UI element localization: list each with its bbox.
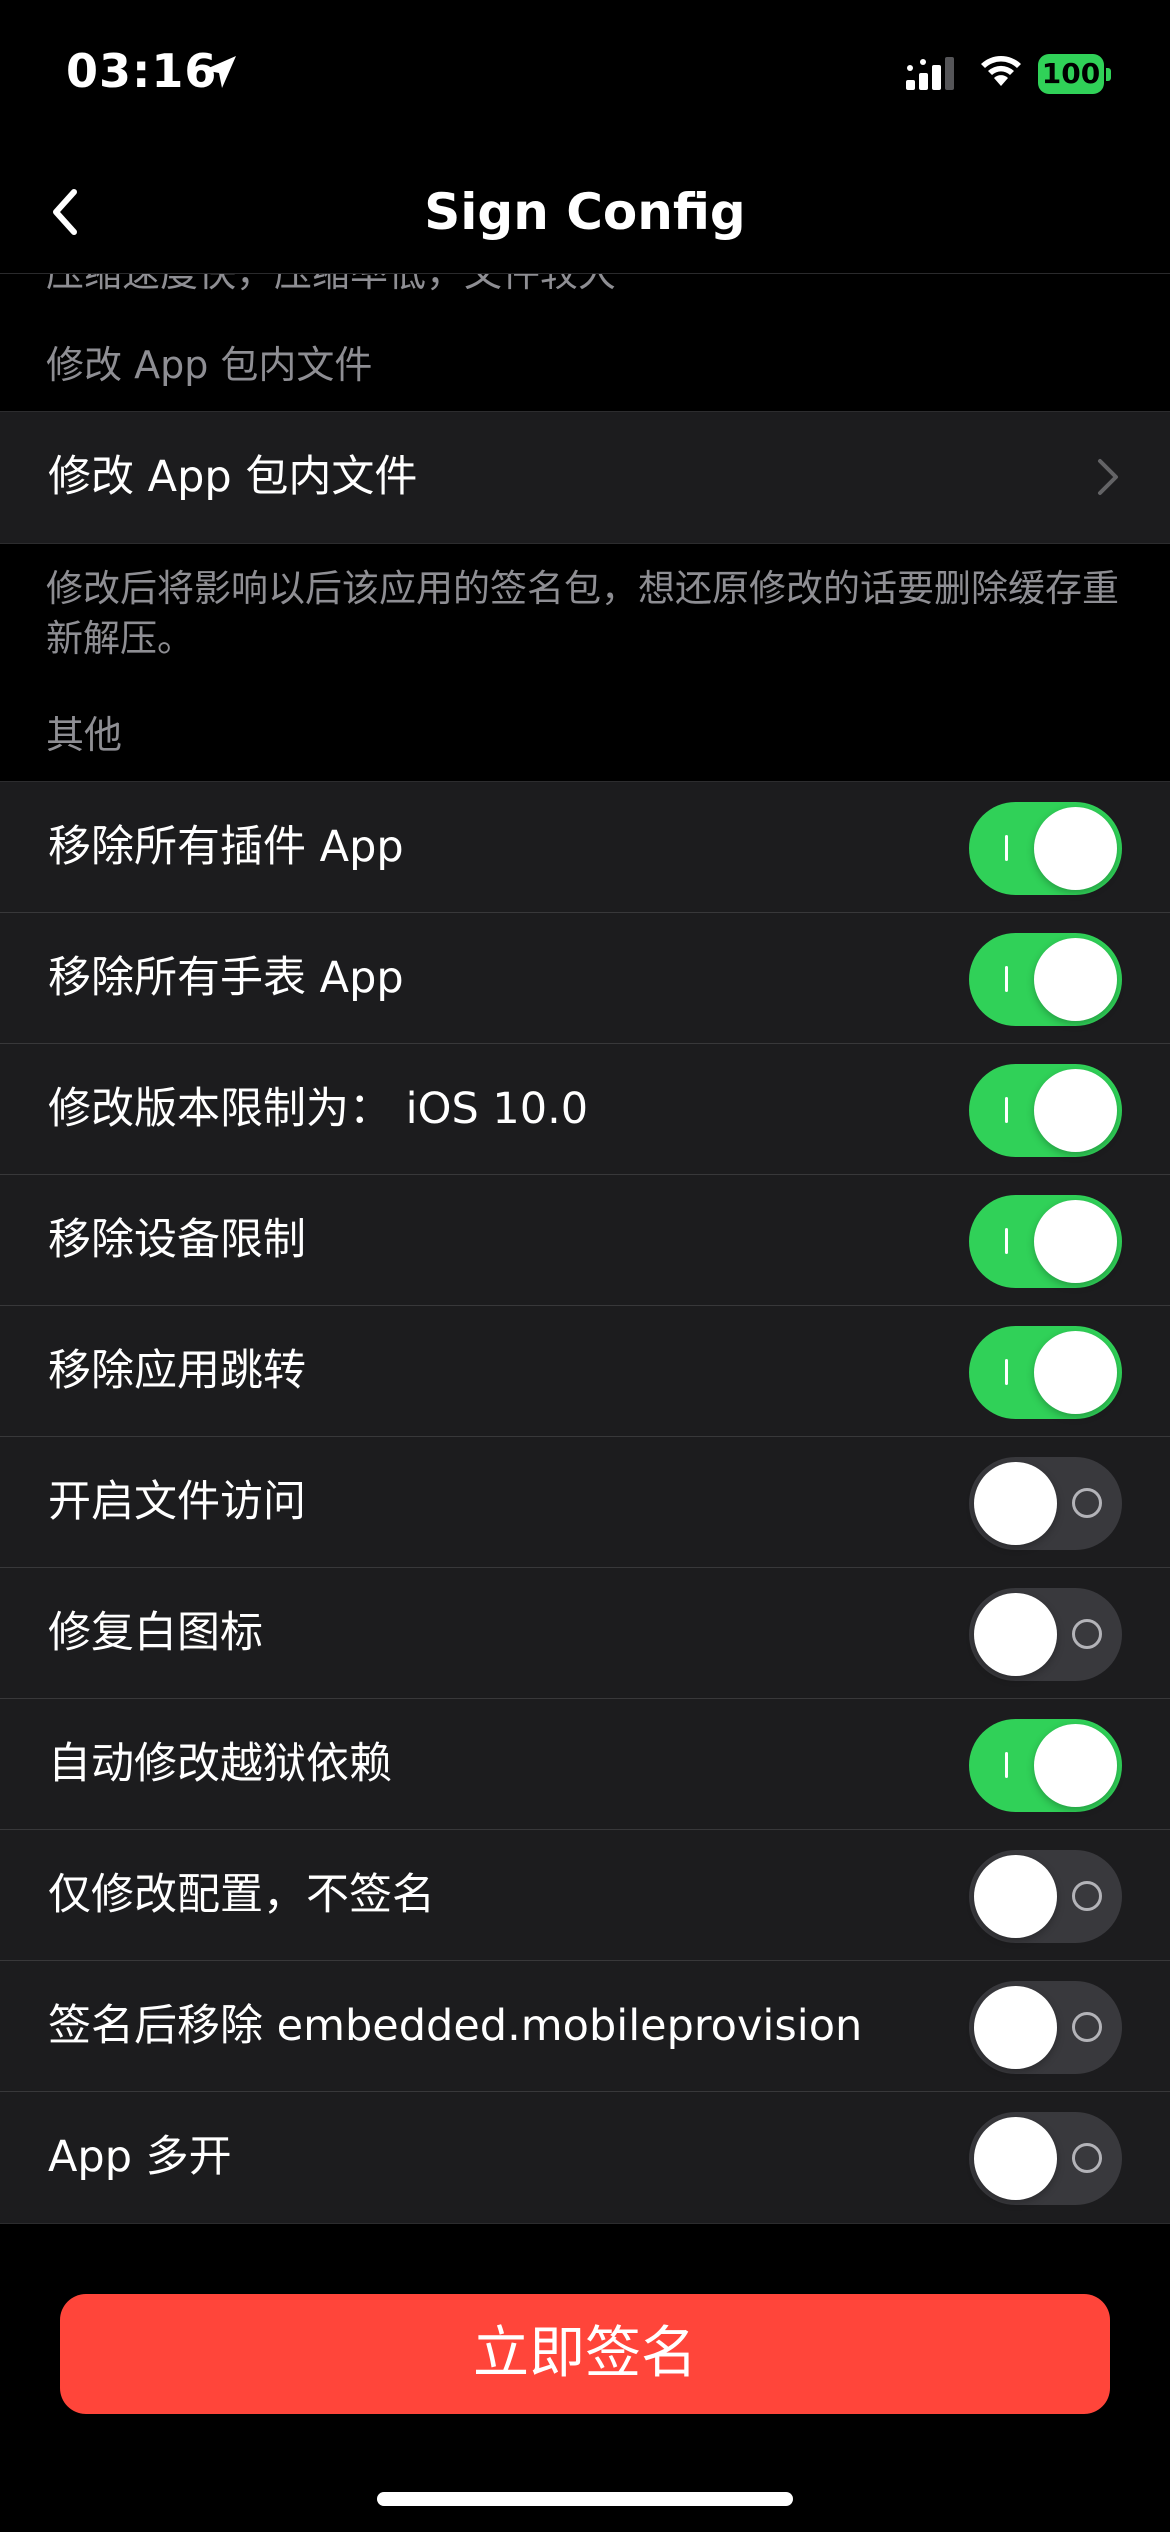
toggle-knob [1034, 807, 1117, 890]
compression-footer-text: 压缩速度快，压缩率低，文件较大 [46, 274, 616, 297]
other-group: 移除所有插件 App 移除所有手表 App 修改版本限制为： iOS 10.0 移除设… [0, 781, 1170, 2224]
row-label: 修改版本限制为： iOS 10.0 [48, 1084, 589, 1134]
toggle-knob [974, 1593, 1057, 1676]
toggle-switch[interactable] [969, 1850, 1122, 1943]
cellular-signal-icon [906, 57, 954, 90]
toggle-switch[interactable] [969, 1588, 1122, 1681]
row-label: 自动修改越狱依赖 [48, 1739, 392, 1789]
toggle-switch[interactable] [969, 802, 1122, 895]
row-label: 开启文件访问 [48, 1477, 306, 1527]
toggle-on-mark-icon [1005, 1752, 1008, 1778]
chevron-right-icon [1098, 459, 1118, 495]
toggle-knob [1034, 1724, 1117, 1807]
toggle-switch[interactable] [969, 1981, 1122, 2074]
toggle-knob [1034, 1069, 1117, 1152]
toggle-off-mark-icon [1072, 1488, 1102, 1518]
modify-app-files-row[interactable]: 修改 App 包内文件 [0, 412, 1170, 543]
toggle-switch[interactable] [969, 1064, 1122, 1157]
row-label: 仅修改配置，不签名 [48, 1870, 435, 1920]
row-label: 移除设备限制 [48, 1215, 306, 1265]
toggle-on-mark-icon [1005, 835, 1008, 861]
settings-row: 移除设备限制 [0, 1175, 1170, 1306]
row-label: 移除应用跳转 [48, 1346, 306, 1396]
page-title: Sign Config [424, 183, 746, 241]
toggle-switch[interactable] [969, 2112, 1122, 2205]
row-label: 修复白图标 [48, 1608, 263, 1658]
toggle-knob [974, 1986, 1057, 2069]
toggle-switch[interactable] [969, 1719, 1122, 1812]
row-label: 移除所有插件 App [48, 822, 404, 872]
toggle-knob [974, 1462, 1057, 1545]
status-bar: 03:16 100 [0, 0, 1170, 150]
battery-level: 100 [1038, 54, 1104, 94]
toggle-off-mark-icon [1072, 2143, 1102, 2173]
row-label: 修改 App 包内文件 [48, 452, 418, 502]
toggle-on-mark-icon [1005, 1097, 1008, 1123]
toggle-knob [1034, 938, 1117, 1021]
settings-row: 移除所有插件 App [0, 782, 1170, 913]
toggle-off-mark-icon [1072, 2012, 1102, 2042]
toggle-knob [974, 2117, 1057, 2200]
battery-icon: 100 [1038, 54, 1112, 94]
battery-tip [1106, 68, 1111, 81]
toggle-knob [1034, 1200, 1117, 1283]
toggle-on-mark-icon [1005, 1359, 1008, 1385]
home-indicator [377, 2492, 793, 2506]
row-label: 签名后移除 embedded.mobileprovision [48, 2001, 863, 2051]
settings-list[interactable]: 压缩速度快，压缩率低，文件较大 修改 App 包内文件 修改 App 包内文件 … [0, 274, 1170, 2234]
settings-row: 开启文件访问 [0, 1437, 1170, 1568]
toggle-on-mark-icon [1005, 1228, 1008, 1254]
settings-row: 仅修改配置，不签名 [0, 1830, 1170, 1961]
toggle-knob [1034, 1331, 1117, 1414]
bottom-bar: 立即签名 [0, 2234, 1170, 2532]
row-label: 移除所有手表 App [48, 953, 404, 1003]
settings-row: App 多开 [0, 2092, 1170, 2223]
wifi-icon [981, 56, 1021, 86]
modify-group: 修改 App 包内文件 [0, 411, 1170, 544]
settings-row: 签名后移除 embedded.mobileprovision [0, 1961, 1170, 2092]
toggle-on-mark-icon [1005, 966, 1008, 992]
toggle-switch[interactable] [969, 1326, 1122, 1419]
toggle-switch[interactable] [969, 933, 1122, 1026]
settings-row: 自动修改越狱依赖 [0, 1699, 1170, 1830]
toggle-switch[interactable] [969, 1195, 1122, 1288]
settings-row: 修改版本限制为： iOS 10.0 [0, 1044, 1170, 1175]
navigation-bar: Sign Config [0, 150, 1170, 274]
other-section-header: 其他 [46, 713, 123, 757]
settings-row: 移除应用跳转 [0, 1306, 1170, 1437]
toggle-switch[interactable] [969, 1457, 1122, 1550]
modify-section-footer: 修改后将影响以后该应用的签名包，想还原修改的话要删除缓存重新解压。 [46, 567, 1119, 660]
settings-row: 修复白图标 [0, 1568, 1170, 1699]
settings-row: 移除所有手表 App [0, 913, 1170, 1044]
toggle-off-mark-icon [1072, 1619, 1102, 1649]
sign-now-button[interactable]: 立即签名 [60, 2294, 1110, 2414]
modify-section-header: 修改 App 包内文件 [46, 343, 373, 387]
status-time: 03:16 [66, 44, 218, 98]
toggle-knob [974, 1855, 1057, 1938]
row-label: App 多开 [48, 2132, 232, 2182]
chevron-left-icon[interactable] [40, 180, 90, 244]
location-arrow-icon [204, 56, 236, 88]
toggle-off-mark-icon [1072, 1881, 1102, 1911]
